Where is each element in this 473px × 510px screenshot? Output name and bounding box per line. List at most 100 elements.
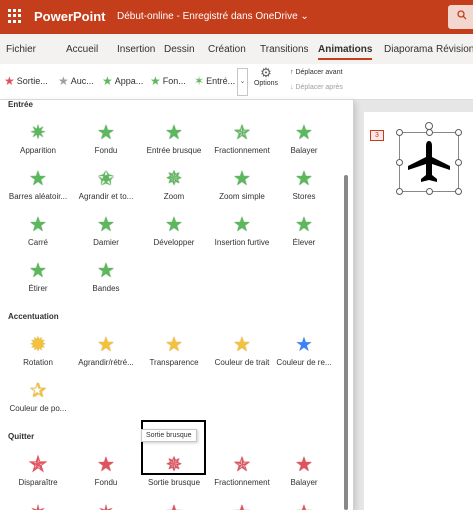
star-icon: ✷ [29,122,47,144]
tab-diaporama[interactable]: Diaporama [384,44,433,55]
title-bar: PowerPoint Début-online - Enregistré dan… [0,0,473,34]
app-launcher-icon[interactable] [8,9,22,23]
star-icon: ✹ [29,334,47,356]
effect-fondu[interactable]: ★ Fondu [68,122,144,155]
resize-handle[interactable] [455,129,462,136]
star-icon: ★ [97,214,115,236]
effect-couleur-de-remplissage[interactable]: ★ Couleur de re... [266,334,342,367]
effect-fondu[interactable]: ★ Fon... [150,74,186,88]
tab-transitions[interactable]: Transitions [260,44,309,55]
effect-label: Rotation [23,358,53,367]
star-icon: ★ [165,214,183,236]
resize-handle[interactable] [396,129,403,136]
effect-agrandir-et-tourner[interactable]: ✬ Agrandir et to... [68,168,144,201]
star-icon: ★ [97,122,115,144]
effect-label: Zoom [163,192,185,201]
ribbon-commands: ★ Sortie... ★ Auc... ★ Appa... ★ Fon... … [0,64,473,100]
effect-label: Entré... [206,76,236,86]
effect-label: Fondu [94,146,118,155]
star-icon: ✵ [165,168,183,190]
effect-options-button[interactable]: ⚙ Options [251,66,281,98]
effect-partial[interactable]: ★ [136,502,212,510]
effect-partial[interactable]: ✶ [68,502,144,510]
effect-apparition[interactable]: ✷ Apparition [0,122,76,155]
star-icon: ★ [295,122,313,144]
effect-etirer[interactable]: ★ Étirer [0,260,76,293]
tab-fichier[interactable]: Fichier [6,44,36,55]
animation-order-badge[interactable]: 3 [370,130,384,141]
slide-pane: 3 [354,100,473,510]
effect-entree-brusque[interactable]: ★ Entrée brusque [136,122,212,155]
scrollbar-thumb[interactable] [344,175,348,510]
effect-label: Développer [153,238,195,247]
effect-balayer-sortie[interactable]: ★ Balayer [266,454,342,487]
effect-carre[interactable]: ★ Carré [0,214,76,247]
effect-label: Fondu [94,478,118,487]
resize-handle[interactable] [426,188,433,195]
tab-insertion[interactable]: Insertion [117,44,155,55]
star-icon: ★ [150,74,161,88]
section-entree-title: Entrée [8,100,33,109]
document-title[interactable]: Début-online - Enregistré dans OneDrive … [117,11,309,22]
effect-label: Bandes [92,284,120,293]
effect-barres-aleatoires[interactable]: ★ Barres aléatoir... [0,168,76,201]
star-icon: ★ [97,454,115,476]
star-icon: ★ [58,74,69,88]
resize-handle[interactable] [455,159,462,166]
effect-partial[interactable]: ★ [266,502,342,510]
ribbon-tabs: Fichier Accueil Insertion Dessin Créatio… [0,34,473,64]
effect-stores[interactable]: ★ Stores [266,168,342,201]
effect-label: Transparence [149,358,199,367]
star-icon: ✯ [29,454,47,477]
effect-label: Agrandir/rétré... [78,358,134,367]
effect-label: Apparition [19,146,57,155]
effect-aucune[interactable]: ★ Auc... [58,74,94,88]
effect-bandes[interactable]: ★ Bandes [68,260,144,293]
effect-damier[interactable]: ★ Damier [68,214,144,247]
tab-creation[interactable]: Création [208,44,246,55]
effect-zoom[interactable]: ✵ Zoom [136,168,212,201]
effect-elever[interactable]: ★ Élever [266,214,342,247]
resize-handle[interactable] [396,188,403,195]
effect-label: Fon... [162,76,186,86]
star-icon: ✰ [29,380,47,402]
move-back-button[interactable]: ↓ Déplacer après [290,84,343,91]
effect-fondu-sortie[interactable]: ★ Fondu [68,454,144,487]
star-icon: ★ [4,74,15,88]
tab-accueil[interactable]: Accueil [66,44,98,55]
effect-developper[interactable]: ★ Développer [136,214,212,247]
effect-label: Appa... [114,76,144,86]
tab-revision[interactable]: Révision [436,44,473,55]
star-icon: ★ [266,502,342,510]
tab-dessin[interactable]: Dessin [164,44,195,55]
effect-transparence[interactable]: ★ Transparence [136,334,212,367]
resize-handle[interactable] [426,129,433,136]
effect-partial[interactable]: ✶ [0,502,76,510]
effect-agrandir-retrecir[interactable]: ★ Agrandir/rétré... [68,334,144,367]
effect-apparition[interactable]: ★ Appa... [102,75,144,87]
effect-label: Balayer [290,146,318,155]
effect-balayer[interactable]: ★ Balayer [266,122,342,155]
effect-entree[interactable]: ✶ Entré... [194,75,236,87]
airplane-shape[interactable] [396,129,462,195]
star-icon: ★ [295,168,313,190]
slide-canvas[interactable]: 3 [364,112,473,510]
effect-couleur-de-police[interactable]: ✰ Couleur de po... [0,380,76,413]
tooltip: Sortie brusque [141,429,197,442]
star-icon: ★ [136,502,212,510]
tab-animations[interactable]: Animations [318,44,373,60]
effect-label: Barres aléatoir... [8,192,68,201]
effect-sortie[interactable]: ★ Sortie... [4,74,48,88]
star-icon: ★ [295,214,313,236]
move-forward-button[interactable]: ↑ Déplacer avant [290,69,343,76]
resize-handle[interactable] [455,188,462,195]
effect-label: Sortie brusque [147,478,201,487]
effect-disparaitre[interactable]: ✯ Disparaître [0,454,76,488]
gallery-expand-button[interactable]: ⌄ [237,68,248,96]
effect-rotation[interactable]: ✹ Rotation [0,334,76,367]
resize-handle[interactable] [396,159,403,166]
star-icon: ✶ [68,502,144,510]
search-icon[interactable] [448,5,473,29]
effect-label: Sortie... [16,76,48,86]
star-icon: ★ [295,454,313,476]
